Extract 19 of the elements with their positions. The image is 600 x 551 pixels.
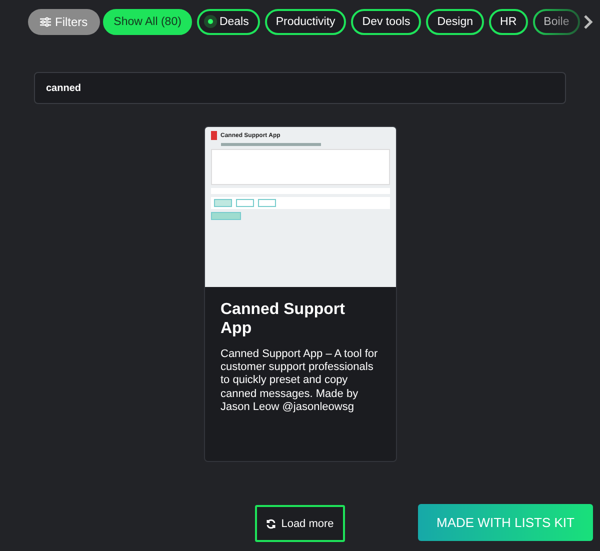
add-button bbox=[210, 212, 240, 220]
category-chip[interactable]: Design bbox=[426, 8, 484, 34]
refresh-icon bbox=[266, 518, 276, 528]
chevron-right-icon[interactable] bbox=[583, 14, 594, 30]
category-chip[interactable]: Productivity bbox=[264, 8, 346, 34]
thumbnail-button bbox=[258, 199, 276, 207]
load-more-button[interactable]: Load more bbox=[255, 505, 345, 542]
category-chip[interactable]: Deals bbox=[197, 8, 260, 34]
thumbnail-button bbox=[236, 199, 254, 207]
search-field[interactable]: canned bbox=[34, 72, 566, 104]
thumbnail-button bbox=[214, 199, 232, 207]
card-description: Canned Support App – A tool for customer support professionals to quickly preset and copy canned messages. Made by Jason Leow @jasonleowsg bbox=[220, 348, 379, 414]
category-chip[interactable]: Dev tools bbox=[351, 8, 422, 34]
category-chip[interactable]: Show All (80) bbox=[102, 8, 192, 34]
category-chip[interactable]: HR bbox=[489, 8, 528, 34]
card-title: Canned Support App bbox=[220, 300, 346, 338]
app-logo-icon bbox=[210, 131, 216, 140]
category-chip[interactable]: Boile bbox=[532, 8, 580, 34]
sliders-icon bbox=[40, 16, 51, 26]
